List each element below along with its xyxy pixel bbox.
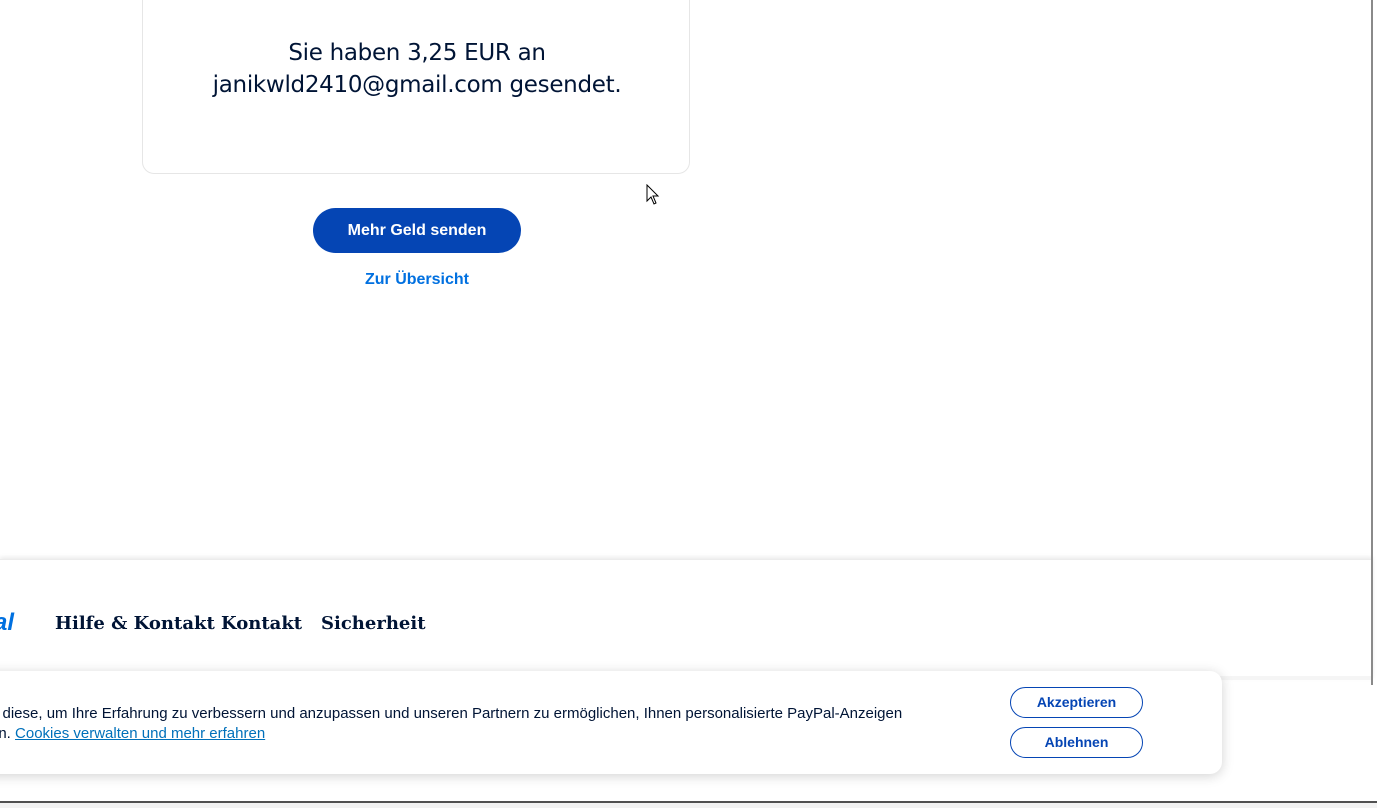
footer-link-contact[interactable]: Kontakt: [221, 612, 302, 636]
confirmation-line-2: janikwld2410@gmail.com gesendet.: [212, 72, 622, 98]
page-viewport: Sie haben 3,25 EUR an janikwld2410@gmail…: [0, 0, 1377, 808]
accept-cookies-button[interactable]: Akzeptieren: [1010, 687, 1143, 718]
decline-cookies-button[interactable]: Ablehnen: [1010, 727, 1143, 758]
window-bottom-edge: [0, 801, 1377, 808]
footer-link-help-contact[interactable]: Hilfe & Kontakt: [55, 612, 215, 636]
cookie-text-line-2: en. Cookies verwalten und mehr erfahren: [0, 724, 265, 744]
manage-cookies-link[interactable]: Cookies verwalten und mehr erfahren: [15, 725, 265, 742]
confirmation-card: Sie haben 3,25 EUR an janikwld2410@gmail…: [142, 0, 690, 174]
overview-link[interactable]: Zur Übersicht: [313, 270, 521, 290]
footer: al Hilfe & Kontakt Kontakt Sicherheit: [0, 559, 1373, 680]
cookie-text-line-2-prefix: en.: [0, 725, 11, 742]
cookie-text-line-1: ir diese, um Ihre Erfahrung zu verbesser…: [0, 705, 903, 722]
confirmation-message: Sie haben 3,25 EUR an janikwld2410@gmail…: [143, 37, 691, 101]
footer-link-security[interactable]: Sicherheit: [321, 612, 426, 636]
window-right-edge: [1371, 0, 1373, 685]
confirmation-line-1: Sie haben 3,25 EUR an: [288, 40, 546, 66]
paypal-logo[interactable]: al: [0, 610, 14, 636]
send-more-money-button[interactable]: Mehr Geld senden: [313, 208, 521, 253]
mouse-cursor-icon: [646, 184, 660, 205]
cookie-banner: ir diese, um Ihre Erfahrung zu verbesser…: [0, 671, 1222, 774]
